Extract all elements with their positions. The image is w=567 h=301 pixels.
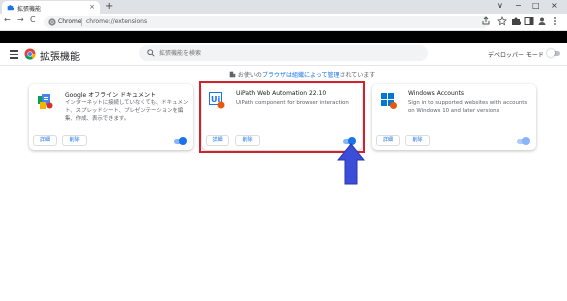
window-close-icon[interactable]: × (551, 1, 558, 10)
address-bar[interactable]: Chrome chrome://extensions (44, 16, 489, 28)
tab-extensions[interactable]: 拡張機能 × (2, 1, 100, 14)
extension-card-google-docs-offline: Google オフライン ドキュメント インターネットに接続していなくても、ドキ… (29, 84, 193, 150)
chrome-icon (48, 18, 56, 26)
details-button[interactable]: 詳細 (376, 135, 400, 146)
search-box[interactable] (139, 45, 428, 61)
forward-icon[interactable]: → (17, 15, 24, 24)
search-icon (147, 49, 155, 57)
omnibox-chrome-label: Chrome (58, 18, 82, 25)
side-panel-icon[interactable] (524, 16, 534, 26)
tab-close-icon[interactable]: × (89, 3, 95, 11)
annotation-arrow-icon (337, 143, 365, 185)
developer-mode-label: デベロッパー モード (488, 52, 544, 59)
toggle-knob (522, 137, 530, 145)
details-button[interactable]: 詳細 (33, 135, 57, 146)
tab-search-icon[interactable]: ∨ (497, 1, 503, 10)
new-tab-button[interactable]: + (105, 1, 113, 12)
black-band (0, 31, 567, 43)
extension-enable-toggle[interactable] (517, 137, 530, 145)
share-icon[interactable] (481, 16, 491, 26)
bookmark-star-icon[interactable] (497, 16, 507, 26)
reload-icon[interactable]: C (30, 15, 36, 24)
extension-card-windows-accounts: Windows Accounts Sign in to supported we… (372, 84, 536, 150)
extension-enable-toggle[interactable] (174, 137, 187, 145)
page-title: 拡張機能 (40, 52, 80, 63)
url-text[interactable]: chrome://extensions (86, 18, 147, 25)
extension-description: インターネットに接続していなくても、ドキュメント、スプレッドシート、プレゼンテー… (65, 100, 189, 122)
extension-name: Google オフライン ドキュメント (65, 92, 156, 99)
developer-mode-toggle[interactable] (547, 49, 560, 57)
extension-description: Sign in to supported websites with accou… (408, 100, 528, 114)
extensions-icon[interactable] (511, 16, 521, 26)
managed-notice: お使いのブラウザは組織によって管理されています (229, 70, 375, 79)
back-icon[interactable]: ← (4, 15, 11, 24)
windows-logo-icon (381, 93, 397, 109)
profile-icon[interactable] (537, 16, 547, 26)
toggle-knob (179, 137, 187, 145)
hamburger-menu-icon[interactable] (10, 50, 18, 61)
extension-name: Windows Accounts (408, 90, 465, 97)
toggle-knob (547, 49, 555, 57)
puzzle-icon (7, 5, 14, 11)
managed-link[interactable]: ブラウザは組織によって管理 (262, 72, 340, 79)
building-icon (229, 71, 236, 78)
tab-title: 拡張機能 (17, 6, 42, 13)
search-input[interactable] (159, 47, 419, 59)
managed-suffix: されています (339, 72, 376, 79)
menu-kebab-icon[interactable] (550, 16, 560, 26)
chrome-logo-icon (24, 48, 36, 60)
google-docs-offline-icon (38, 94, 53, 109)
managed-prefix: お使いの (237, 72, 262, 79)
omnibox-divider (81, 18, 82, 26)
maximize-icon[interactable]: □ (532, 1, 540, 10)
remove-button[interactable]: 削除 (405, 135, 430, 146)
remove-button[interactable]: 削除 (62, 135, 87, 146)
minimize-icon[interactable]: − (515, 1, 522, 10)
